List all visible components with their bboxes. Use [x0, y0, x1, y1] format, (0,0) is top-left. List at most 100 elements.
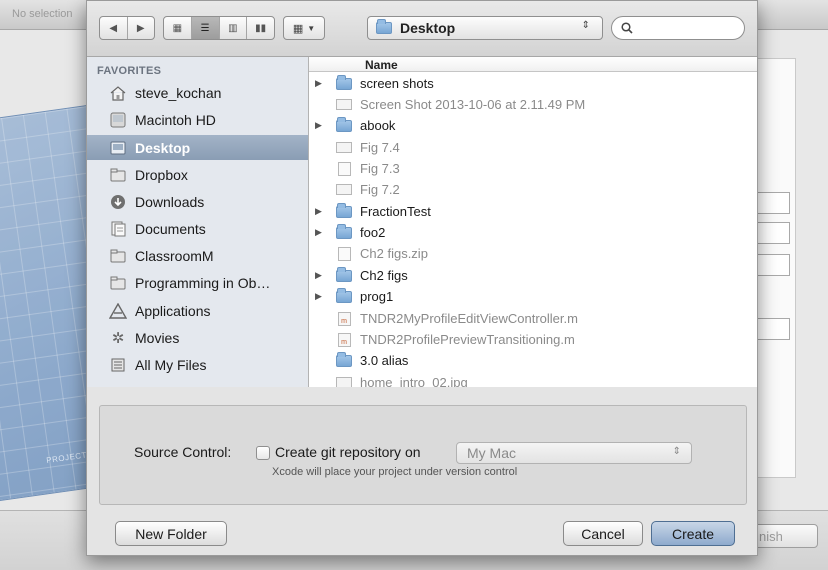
file-row[interactable]: m TNDR2ProfilePreviewTransitioning.m	[309, 329, 757, 350]
list-view-button[interactable]: ☰	[191, 17, 220, 39]
cover-flow-button[interactable]: ▮▮	[247, 17, 274, 39]
image-file-icon	[335, 98, 353, 112]
file-name: foo2	[360, 225, 386, 240]
disclosure-triangle-icon[interactable]: ▶	[315, 227, 335, 238]
file-name: 3.0 alias	[360, 353, 409, 368]
downloads-icon	[109, 194, 127, 210]
sidebar-item-dropbox[interactable]: Dropbox	[87, 162, 308, 187]
file-row[interactable]: Screen Shot 2013-10-06 at 2.11.49 PM	[309, 94, 757, 115]
disclosure-triangle-icon[interactable]: ▶	[315, 291, 335, 302]
sidebar-item-label: ClassroomM	[135, 247, 214, 264]
columns-icon: ▥	[228, 22, 238, 34]
sidebar-item-desktop[interactable]: Desktop	[87, 135, 308, 160]
file-name: FractionTest	[360, 204, 431, 219]
disclosure-triangle-icon[interactable]: ▶	[315, 270, 335, 281]
location-popup[interactable]: Desktop ⇕	[367, 16, 603, 40]
sidebar-item-macintosh-hd[interactable]: Macintoh HD	[87, 107, 308, 132]
search-field[interactable]	[611, 16, 745, 40]
sidebar-item-label: Desktop	[135, 139, 191, 156]
sidebar-item-label: Downloads	[135, 193, 205, 210]
file-row[interactable]: ▶ FractionTest	[309, 201, 757, 222]
file-row[interactable]: Fig 7.2	[309, 179, 757, 200]
folder-icon	[335, 202, 353, 219]
git-location-value: My Mac	[467, 445, 516, 461]
git-location-popup[interactable]: My Mac ⇕	[456, 442, 692, 464]
image-file-icon	[335, 161, 353, 176]
sidebar-item-classroomm[interactable]: ClassroomM	[87, 243, 308, 268]
column-view-button[interactable]: ▥	[220, 17, 248, 39]
file-name: Fig 7.3	[360, 161, 400, 176]
file-row[interactable]: Fig 7.3	[309, 158, 757, 179]
alias-folder-icon	[335, 351, 353, 368]
sheet-toolbar: ◀ ▶ ▦ ☰ ▥ ▮▮ ▦ ▼ Desktop ⇕	[87, 1, 757, 57]
grid-icon: ▦	[172, 22, 183, 34]
file-row[interactable]: ▶ abook	[309, 115, 757, 136]
search-input[interactable]	[639, 21, 739, 35]
folder-icon	[335, 223, 353, 240]
sidebar-item-label: steve_kochan	[135, 84, 222, 101]
cover-flow-icon: ▮▮	[255, 22, 267, 34]
sidebar-item-label: Movies	[135, 329, 180, 346]
file-name: TNDR2MyProfileEditViewController.m	[360, 311, 578, 326]
movies-icon: ✲	[111, 329, 125, 347]
create-git-checkbox[interactable]	[256, 446, 270, 460]
disclosure-triangle-icon[interactable]: ▶	[315, 78, 335, 89]
forward-button[interactable]: ▶	[128, 17, 155, 39]
file-name: Ch2 figs	[360, 268, 408, 283]
file-row[interactable]: 3.0 alias	[309, 350, 757, 371]
disclosure-triangle-icon[interactable]: ▶	[315, 120, 335, 131]
file-name: home_intro_02.jpg	[360, 375, 468, 387]
disclosure-triangle-icon[interactable]: ▶	[315, 206, 335, 217]
desktop-icon	[109, 140, 127, 156]
folder-icon	[109, 167, 127, 183]
file-row[interactable]: Ch2 figs.zip	[309, 243, 757, 264]
arrange-popup[interactable]: ▦ ▼	[283, 16, 325, 40]
applications-icon	[109, 302, 127, 319]
file-name: screen shots	[360, 76, 434, 91]
sidebar-item-documents[interactable]: Documents	[87, 216, 308, 241]
file-name: Ch2 figs.zip	[360, 246, 428, 261]
file-row[interactable]: ▶ foo2	[309, 222, 757, 243]
file-row[interactable]: home_intro_02.jpg	[309, 372, 757, 387]
name-column-header[interactable]: Name	[309, 57, 757, 72]
create-git-label[interactable]: Create git repository on	[275, 444, 421, 460]
folder-icon	[335, 74, 353, 91]
file-name: Fig 7.4	[360, 140, 400, 155]
new-folder-button[interactable]: New Folder	[115, 521, 227, 546]
image-file-icon	[335, 376, 353, 387]
chevron-down-icon: ▼	[307, 23, 316, 33]
sidebar-item-home[interactable]: steve_kochan	[87, 80, 308, 105]
file-name: abook	[360, 118, 396, 133]
sidebar-item-applications[interactable]: Applications	[87, 298, 308, 323]
folder-icon	[335, 266, 353, 283]
create-button[interactable]: Create	[651, 521, 735, 546]
file-row[interactable]: m TNDR2MyProfileEditViewController.m	[309, 308, 757, 329]
chevron-left-icon: ◀	[109, 22, 118, 34]
file-row[interactable]: ▶ prog1	[309, 286, 757, 307]
back-forward-control: ◀ ▶	[99, 16, 155, 40]
version-control-hint: Xcode will place your project under vers…	[272, 466, 518, 478]
column-header-label: Name	[365, 58, 398, 72]
finish-button[interactable]: nish	[752, 524, 818, 548]
chevron-right-icon: ▶	[136, 22, 145, 34]
sidebar-item-downloads[interactable]: Downloads	[87, 189, 308, 214]
sidebar-item-label: All My Files	[135, 356, 207, 373]
back-button[interactable]: ◀	[100, 17, 128, 39]
icon-view-button[interactable]: ▦	[164, 17, 192, 39]
sidebar-item-label: Dropbox	[135, 166, 188, 183]
objc-file-icon: m	[335, 311, 353, 326]
sidebar-item-movies[interactable]: ✲ Movies	[87, 325, 308, 350]
file-list: Name ▶ screen shots Screen Shot 2013-10-…	[309, 57, 757, 387]
file-row[interactable]: ▶ Ch2 figs	[309, 265, 757, 286]
file-name: TNDR2ProfilePreviewTransitioning.m	[360, 332, 575, 347]
file-row[interactable]: ▶ screen shots	[309, 73, 757, 94]
search-icon	[621, 22, 633, 34]
cancel-button[interactable]: Cancel	[563, 521, 643, 546]
sidebar-item-label: Documents	[135, 220, 206, 237]
zip-file-icon	[335, 246, 353, 261]
file-row[interactable]: Fig 7.4	[309, 137, 757, 158]
sidebar-item-all-my-files[interactable]: All My Files	[87, 352, 308, 377]
hard-drive-icon	[109, 112, 127, 128]
sidebar: FAVORITES steve_kochan Macintoh HD Deskt…	[87, 57, 309, 387]
sidebar-item-programming[interactable]: Programming in Ob…	[87, 270, 308, 295]
